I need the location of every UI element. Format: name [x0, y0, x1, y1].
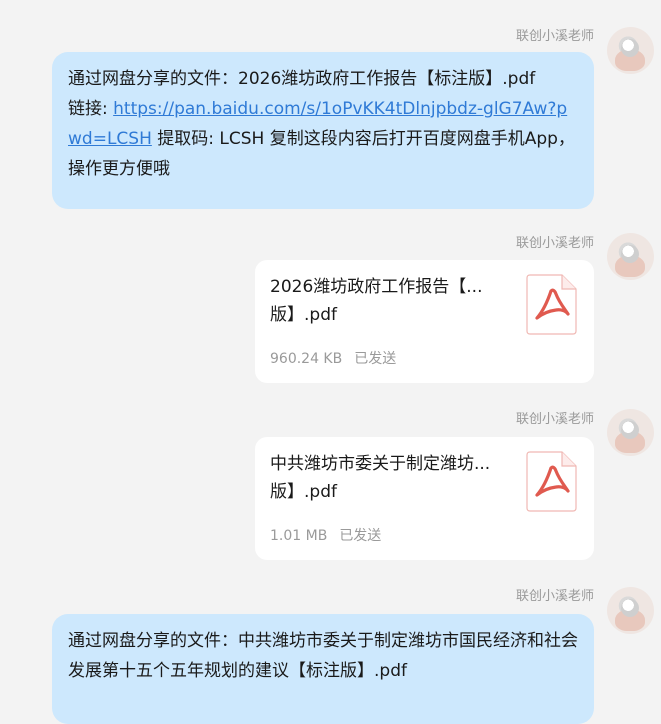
file-card[interactable]: 中共潍坊市委关于制定潍坊... 版】.pdf 1.01 MB 已发送	[255, 437, 594, 560]
link-label: 链接:	[68, 99, 114, 119]
file-name: 中共潍坊市委关于制定潍坊... 版】.pdf	[270, 450, 500, 506]
pdf-file-icon	[526, 451, 577, 512]
avatar-ball	[621, 599, 639, 617]
file-name: 2026潍坊政府工作报告【... 版】.pdf	[270, 273, 500, 329]
file-size: 1.01 MB	[270, 528, 328, 544]
sender-name: 联创小溪老师	[515, 236, 594, 251]
file-status: 已发送	[354, 351, 397, 367]
file-card[interactable]: 2026潍坊政府工作报告【... 版】.pdf 960.24 KB 已发送	[255, 260, 594, 383]
avatar[interactable]	[607, 233, 654, 280]
message-bubble-share-link[interactable]: 通过网盘分享的文件：2026潍坊政府工作报告【标注版】.pdf 链接: http…	[52, 52, 594, 209]
avatar-ball	[621, 245, 639, 263]
file-name-line1: 中共潍坊市委关于制定潍坊...	[270, 454, 491, 474]
file-meta: 960.24 KB 已发送	[270, 348, 396, 368]
sender-name: 联创小溪老师	[515, 589, 594, 604]
file-name-line2: 版】.pdf	[270, 482, 337, 502]
share-text: 通过网盘分享的文件：2026潍坊政府工作报告【标注版】.pdf	[68, 69, 536, 89]
sender-name: 联创小溪老师	[515, 412, 594, 427]
avatar-ball	[621, 39, 639, 57]
file-meta: 1.01 MB 已发送	[270, 525, 381, 545]
avatar[interactable]	[607, 409, 654, 456]
file-status: 已发送	[339, 528, 382, 544]
message-bubble-share-link[interactable]: 通过网盘分享的文件：中共潍坊市委关于制定潍坊市国民经济和社会发展第十五个五年规划…	[52, 614, 594, 724]
file-name-line1: 2026潍坊政府工作报告【...	[270, 277, 483, 297]
sender-name: 联创小溪老师	[515, 29, 594, 44]
file-name-line2: 版】.pdf	[270, 305, 337, 325]
avatar[interactable]	[607, 27, 654, 74]
share-text: 通过网盘分享的文件：中共潍坊市委关于制定潍坊市国民经济和社会发展第十五个五年规划…	[68, 631, 578, 681]
file-size: 960.24 KB	[270, 351, 343, 367]
avatar[interactable]	[607, 587, 654, 634]
pdf-file-icon	[526, 274, 577, 335]
avatar-ball	[621, 421, 639, 439]
